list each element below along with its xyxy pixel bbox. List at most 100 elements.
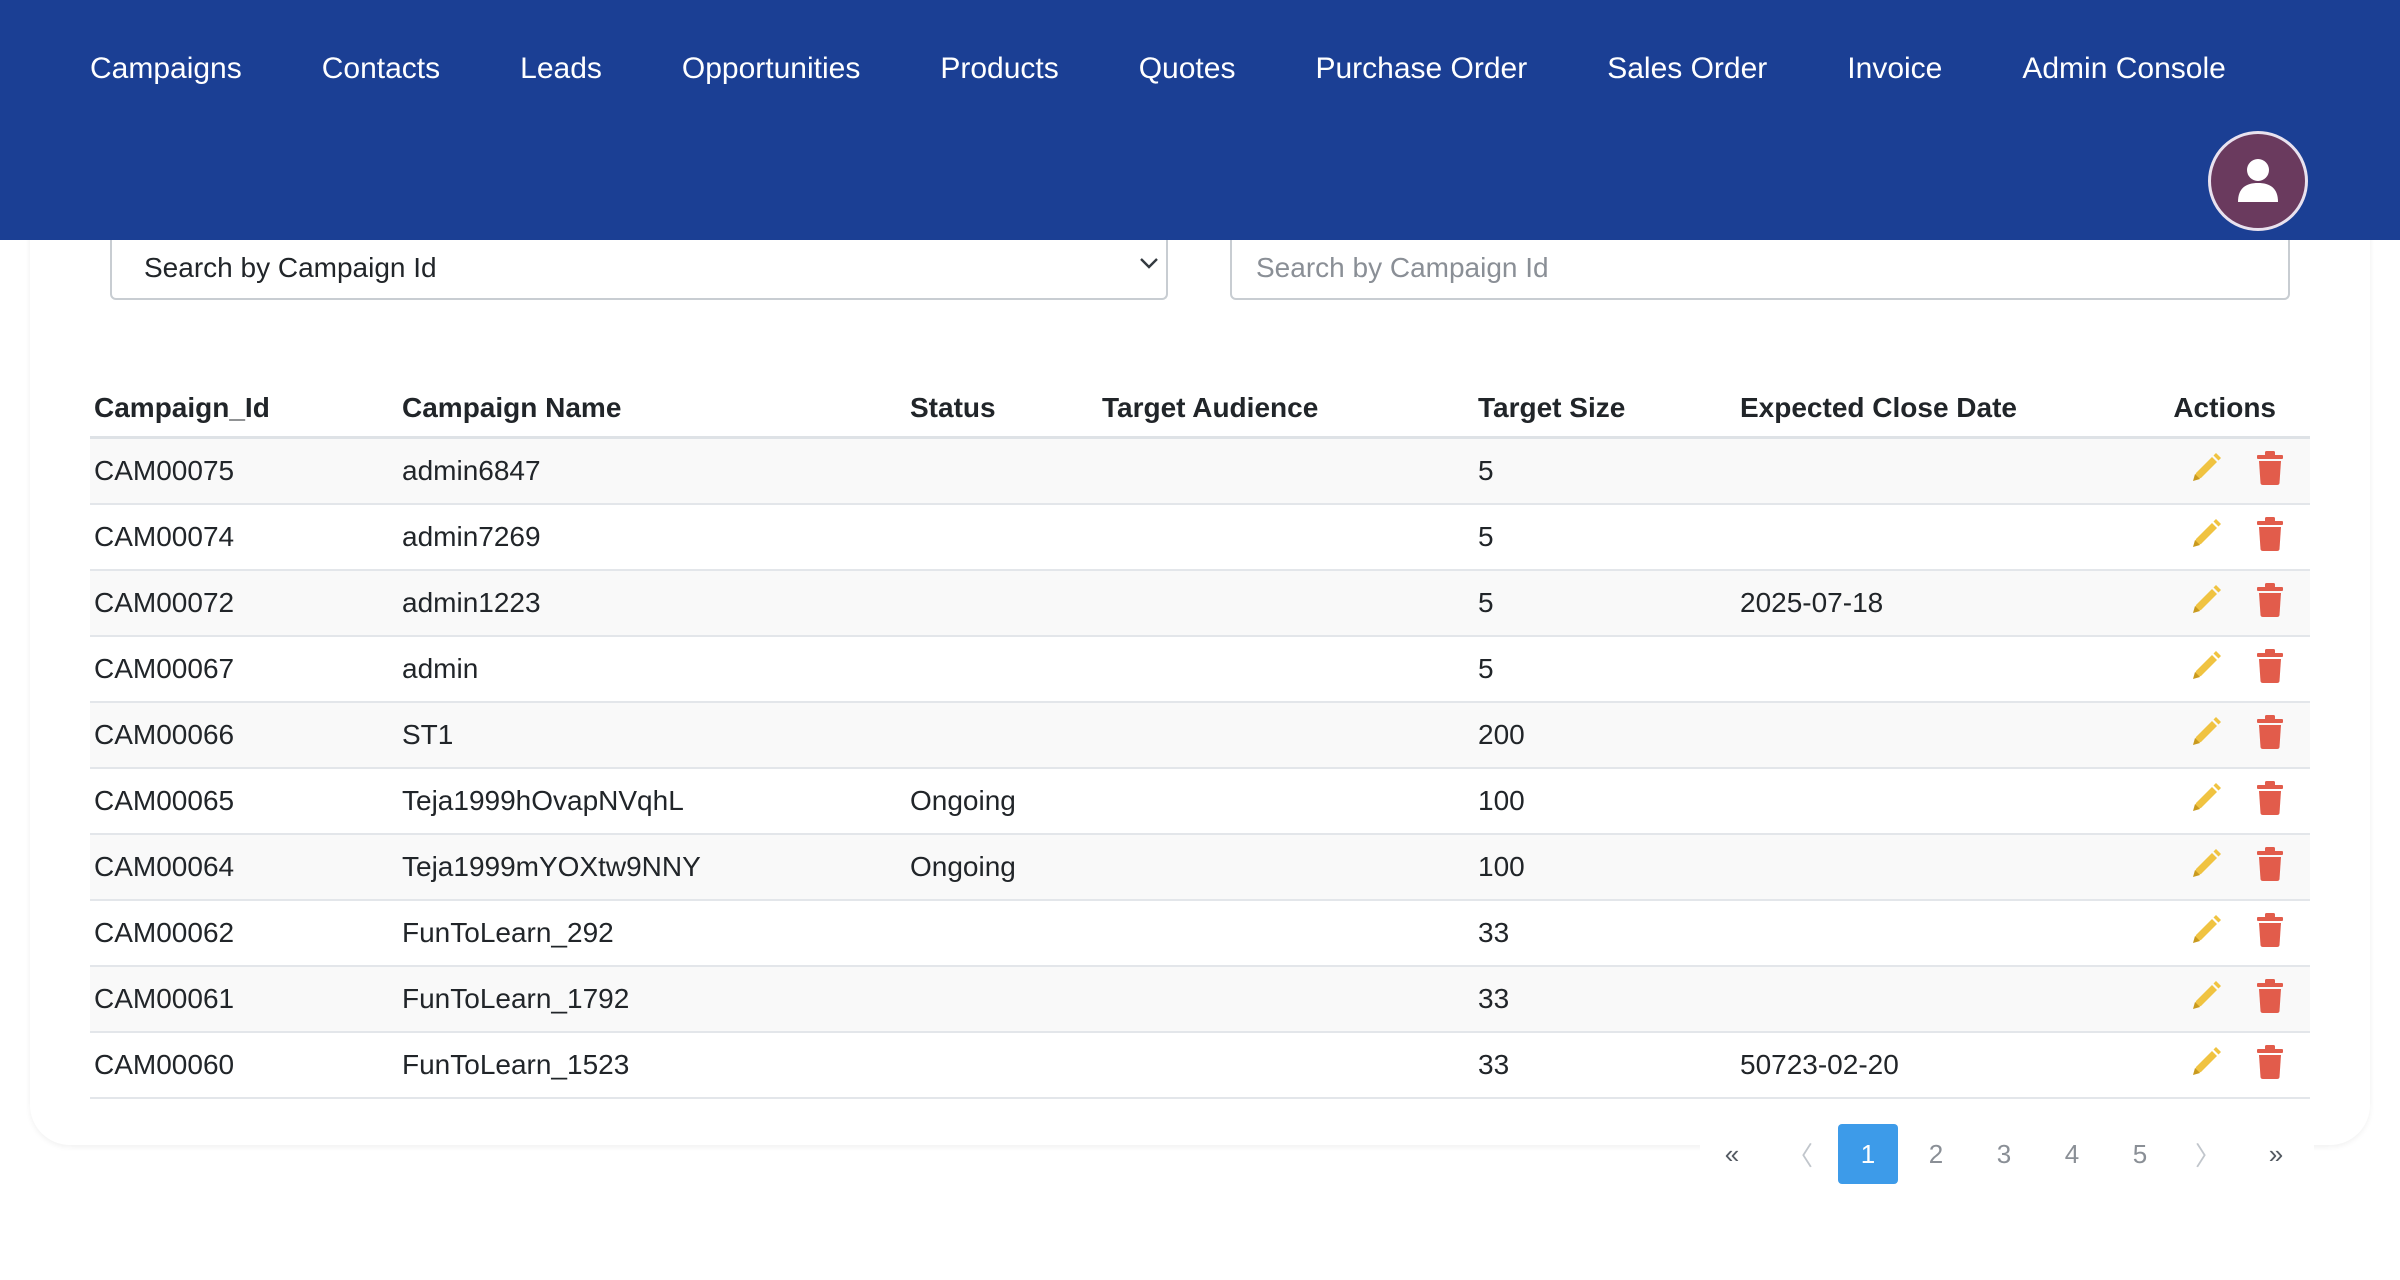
cell-target-size: 5: [1474, 437, 1736, 505]
page-2-button[interactable]: 2: [1906, 1124, 1966, 1184]
cell-campaign-name: FunToLearn_1523: [398, 1032, 906, 1099]
nav-link-admin-console[interactable]: Admin Console: [1982, 40, 2265, 98]
cell-status: [906, 570, 1098, 637]
cell-target-audience: [1098, 570, 1474, 637]
table-row: CAM00065 Teja1999hOvapNVqhL Ongoing 100: [90, 768, 2310, 835]
cell-actions: [2164, 437, 2310, 505]
cell-campaign-id: CAM00064: [90, 834, 398, 901]
cell-target-size: 5: [1474, 636, 1736, 703]
cell-target-audience: [1098, 504, 1474, 571]
cell-actions: [2164, 1032, 2310, 1099]
cell-expected-close-date: [1736, 966, 2164, 1033]
table-header-row: Campaign_Id Campaign Name Status Target …: [90, 380, 2310, 439]
delete-icon[interactable]: [2256, 1044, 2284, 1086]
delete-icon[interactable]: [2256, 780, 2284, 822]
cell-actions: [2164, 768, 2310, 835]
column-header-campaign-id[interactable]: Campaign_Id: [90, 380, 398, 439]
page-1-button[interactable]: 1: [1838, 1124, 1898, 1184]
campaign-search-input[interactable]: [1230, 230, 2290, 300]
column-header-expected-close-date[interactable]: Expected Close Date: [1736, 380, 2164, 439]
nav-link-invoice[interactable]: Invoice: [1807, 40, 1982, 98]
column-header-actions: Actions: [2164, 380, 2310, 439]
edit-icon[interactable]: [2188, 846, 2224, 889]
cell-status: Ongoing: [906, 834, 1098, 901]
delete-icon[interactable]: [2256, 846, 2284, 888]
cell-expected-close-date: [1736, 504, 2164, 571]
page-3-button[interactable]: 3: [1974, 1124, 2034, 1184]
cell-campaign-id: CAM00066: [90, 702, 398, 769]
edit-icon[interactable]: [2188, 912, 2224, 955]
cell-status: [906, 900, 1098, 967]
cell-campaign-name: FunToLearn_292: [398, 900, 906, 967]
cell-campaign-name: admin: [398, 636, 906, 703]
edit-icon[interactable]: [2188, 1044, 2224, 1087]
cell-actions: [2164, 834, 2310, 901]
table-row: CAM00064 Teja1999mYOXtw9NNY Ongoing 100: [90, 834, 2310, 901]
edit-icon[interactable]: [2188, 780, 2224, 823]
cell-expected-close-date: [1736, 437, 2164, 505]
edit-icon[interactable]: [2188, 516, 2224, 559]
delete-icon[interactable]: [2256, 516, 2284, 558]
delete-icon[interactable]: [2256, 582, 2284, 624]
table-row: CAM00066 ST1 200: [90, 702, 2310, 769]
edit-icon[interactable]: [2188, 648, 2224, 691]
table-row: CAM00061 FunToLearn_1792 33: [90, 966, 2310, 1033]
cell-campaign-name: Teja1999hOvapNVqhL: [398, 768, 906, 835]
user-icon: [2238, 159, 2278, 202]
page-first-button[interactable]: «: [1702, 1124, 1762, 1184]
cell-actions: [2164, 702, 2310, 769]
page-4-button[interactable]: 4: [2042, 1124, 2102, 1184]
cell-target-audience: [1098, 966, 1474, 1033]
column-header-target-audience[interactable]: Target Audience: [1098, 380, 1474, 439]
page-5-button[interactable]: 5: [2110, 1124, 2170, 1184]
edit-icon[interactable]: [2188, 714, 2224, 757]
cell-status: [906, 504, 1098, 571]
nav-link-leads[interactable]: Leads: [480, 40, 642, 98]
cell-target-audience: [1098, 900, 1474, 967]
nav-link-quotes[interactable]: Quotes: [1099, 40, 1276, 98]
cell-campaign-id: CAM00075: [90, 437, 398, 505]
nav-link-purchase-order[interactable]: Purchase Order: [1275, 40, 1567, 98]
nav-link-products[interactable]: Products: [900, 40, 1098, 98]
nav-link-sales-order[interactable]: Sales Order: [1567, 40, 1807, 98]
cell-target-audience: [1098, 702, 1474, 769]
cell-target-size: 33: [1474, 966, 1736, 1033]
delete-icon[interactable]: [2256, 912, 2284, 954]
top-navbar: Campaigns Contacts Leads Opportunities P…: [0, 0, 2400, 240]
cell-status: [906, 966, 1098, 1033]
cell-expected-close-date: [1736, 768, 2164, 835]
page-last-button[interactable]: »: [2246, 1124, 2306, 1184]
cell-target-size: 33: [1474, 1032, 1736, 1099]
search-field-select[interactable]: Search by Campaign Id: [110, 230, 1168, 300]
delete-icon[interactable]: [2256, 648, 2284, 690]
delete-icon[interactable]: [2256, 450, 2284, 492]
cell-target-size: 5: [1474, 570, 1736, 637]
column-header-status[interactable]: Status: [906, 380, 1098, 439]
cell-actions: [2164, 900, 2310, 967]
delete-icon[interactable]: [2256, 978, 2284, 1020]
cell-campaign-id: CAM00060: [90, 1032, 398, 1099]
edit-icon[interactable]: [2188, 978, 2224, 1021]
page-next-button[interactable]: 〉: [2178, 1124, 2238, 1184]
column-header-target-size[interactable]: Target Size: [1474, 380, 1736, 439]
cell-expected-close-date: 50723-02-20: [1736, 1032, 2164, 1099]
nav-link-opportunities[interactable]: Opportunities: [642, 40, 900, 98]
table-row: CAM00072 admin1223 5 2025-07-18: [90, 570, 2310, 637]
cell-actions: [2164, 504, 2310, 571]
nav-link-contacts[interactable]: Contacts: [282, 40, 480, 98]
cell-actions: [2164, 966, 2310, 1033]
column-header-campaign-name[interactable]: Campaign Name: [398, 380, 906, 439]
edit-icon[interactable]: [2188, 450, 2224, 493]
delete-icon[interactable]: [2256, 714, 2284, 756]
cell-target-size: 33: [1474, 900, 1736, 967]
cell-status: [906, 636, 1098, 703]
cell-status: [906, 702, 1098, 769]
page-prev-button[interactable]: 〈: [1770, 1124, 1830, 1184]
pagination: « 〈 1 2 3 4 5 〉 »: [1700, 1124, 2314, 1184]
cell-campaign-id: CAM00062: [90, 900, 398, 967]
user-avatar-button[interactable]: [2208, 131, 2308, 231]
cell-expected-close-date: 2025-07-18: [1736, 570, 2164, 637]
edit-icon[interactable]: [2188, 582, 2224, 625]
table-row: CAM00074 admin7269 5: [90, 504, 2310, 571]
nav-link-campaigns[interactable]: Campaigns: [50, 40, 282, 98]
